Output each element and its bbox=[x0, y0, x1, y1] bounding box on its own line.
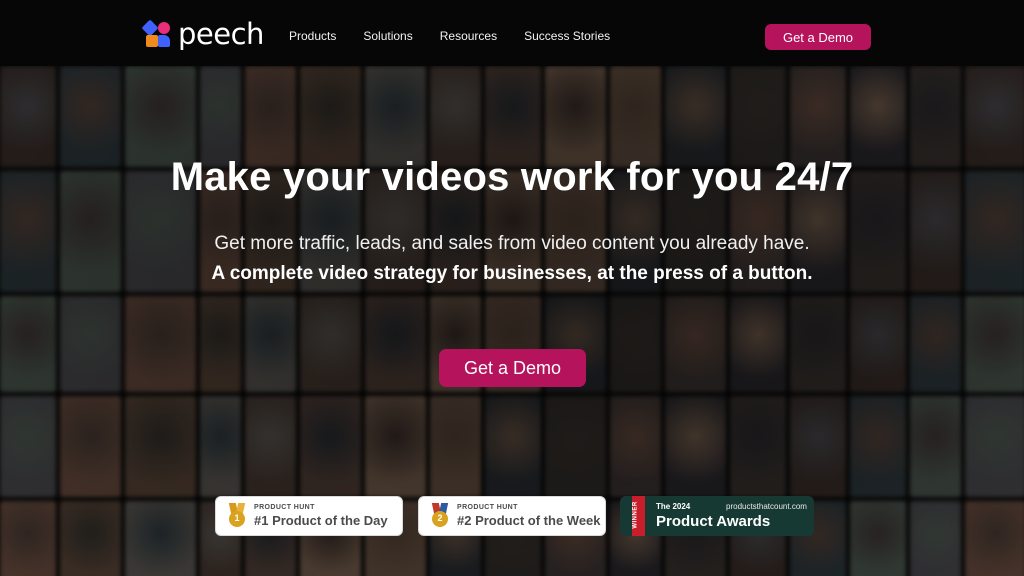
nav-success-stories[interactable]: Success Stories bbox=[524, 29, 610, 43]
peech-logo[interactable]: peech bbox=[141, 16, 264, 51]
nav-resources[interactable]: Resources bbox=[440, 29, 497, 43]
hero-subtitle: Get more traffic, leads, and sales from … bbox=[214, 233, 810, 254]
logo-mark-icon bbox=[141, 19, 172, 48]
product-hunt-week-badge[interactable]: 2 PRODUCT HUNT #2 Product of the Week bbox=[418, 496, 606, 536]
nav-get-demo-button[interactable]: Get a Demo bbox=[765, 24, 871, 50]
product-awards-badge[interactable]: WINNER The 2024 productsthatcount.com Pr… bbox=[620, 496, 814, 536]
badge-title: #1 Product of the Day bbox=[254, 513, 388, 528]
hero-get-demo-button[interactable]: Get a Demo bbox=[439, 349, 586, 387]
product-hunt-day-badge[interactable]: 1 PRODUCT HUNT #1 Product of the Day bbox=[215, 496, 403, 536]
gold-medal-icon: 1 bbox=[228, 503, 246, 529]
hero-headline: Make your videos work for you 24/7 bbox=[170, 155, 854, 199]
main-menu: Products Solutions Resources Success Sto… bbox=[289, 29, 637, 43]
badge-source: PRODUCT HUNT bbox=[254, 504, 315, 511]
top-navbar: peech Products Solutions Resources Succe… bbox=[0, 0, 1024, 66]
winner-ribbon-icon: WINNER bbox=[632, 496, 645, 536]
nav-products[interactable]: Products bbox=[289, 29, 336, 43]
hero-tagline: A complete video strategy for businesses… bbox=[211, 263, 813, 284]
badge-title: #2 Product of the Week bbox=[457, 513, 601, 528]
brand-name: peech bbox=[178, 16, 264, 51]
award-site: productsthatcount.com bbox=[726, 502, 807, 511]
nav-solutions[interactable]: Solutions bbox=[363, 29, 412, 43]
gold-medal-icon: 2 bbox=[431, 503, 449, 529]
badge-source: PRODUCT HUNT bbox=[457, 504, 518, 511]
award-year: The 2024 bbox=[656, 502, 691, 511]
award-title: Product Awards bbox=[656, 513, 771, 530]
